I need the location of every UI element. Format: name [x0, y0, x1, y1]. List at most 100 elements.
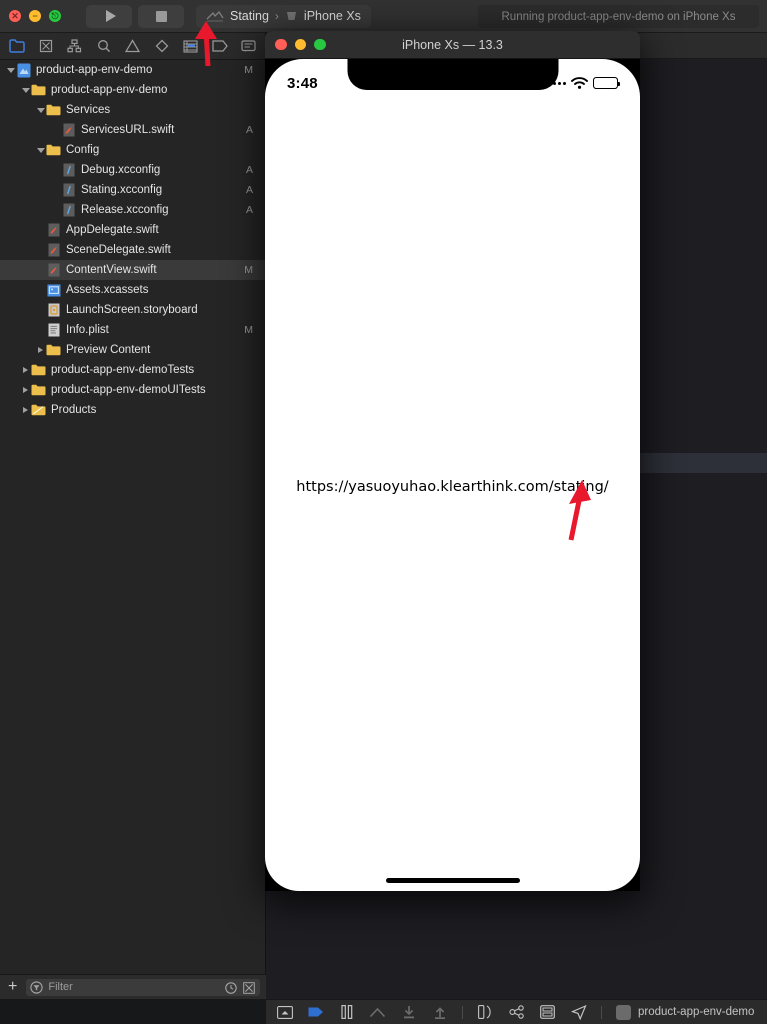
- console-toggle-icon[interactable]: [276, 1004, 293, 1020]
- simulator-title: iPhone Xs — 13.3: [402, 37, 503, 52]
- zoom-button[interactable]: ⎋: [49, 10, 61, 22]
- tree-row-label: product-app-env-demo: [51, 84, 168, 96]
- xcconfig-file-icon: [61, 202, 76, 218]
- pause-icon[interactable]: [338, 1004, 355, 1020]
- tree-row-label: Release.xcconfig: [81, 204, 169, 216]
- folder-yellow-icon: [31, 382, 46, 398]
- tree-row-stating-xcconfig[interactable]: Stating.xcconfig A: [0, 180, 265, 200]
- stop-button[interactable]: [138, 4, 184, 28]
- xcconfig-file-icon: [61, 182, 76, 198]
- step-into-icon[interactable]: [400, 1004, 417, 1020]
- disclosure-triangle[interactable]: [35, 100, 46, 120]
- simulator-screen[interactable]: 3:48 https://yasuoyuhao.klearthink.com/s…: [265, 59, 640, 891]
- tree-row-launchscreen-storyboard[interactable]: LaunchScreen.storyboard: [0, 300, 265, 320]
- tree-row-label: Preview Content: [66, 344, 151, 356]
- tree-row-product-app-env-demouitests[interactable]: product-app-env-demoUITests: [0, 380, 265, 400]
- step-over-icon[interactable]: [369, 1004, 386, 1020]
- tree-row-label: ServicesURL.swift: [81, 124, 175, 136]
- simulator-window[interactable]: iPhone Xs — 13.3 3:48 https://yasuoyuhao…: [265, 31, 640, 891]
- debug-process-chip[interactable]: product-app-env-demo: [616, 1004, 755, 1020]
- clock-icon[interactable]: [225, 981, 238, 994]
- scm-status-badge: M: [244, 264, 253, 276]
- tree-row-release-xcconfig[interactable]: Release.xcconfig A: [0, 200, 265, 220]
- close-button[interactable]: ✕: [9, 10, 21, 22]
- tree-row-label: product-app-env-demoUITests: [51, 384, 206, 396]
- scheme-name: Stating: [230, 9, 269, 23]
- navigator-tab-find[interactable]: [89, 33, 118, 60]
- tree-row-config[interactable]: Config: [0, 140, 265, 160]
- stop-icon: [155, 10, 167, 22]
- tree-row-product-app-env-demo[interactable]: product-app-env-demo M: [0, 60, 265, 80]
- tree-row-label: Assets.xcassets: [66, 284, 149, 296]
- navigator-tab-bar: [0, 33, 265, 60]
- folder-yellow-icon: [31, 82, 46, 98]
- navigator-tab-symbol[interactable]: [60, 33, 89, 60]
- navigator-tab-report[interactable]: [234, 33, 263, 60]
- disclosure-triangle[interactable]: [35, 340, 46, 360]
- disclosure-triangle[interactable]: [20, 80, 31, 100]
- filter-input[interactable]: Filter: [26, 978, 260, 996]
- scm-status-badge: M: [244, 324, 253, 336]
- phone-display[interactable]: 3:48 https://yasuoyuhao.klearthink.com/s…: [265, 59, 640, 891]
- navigator-filter-bar: + Filter: [0, 974, 266, 999]
- tree-row-contentview-swift[interactable]: ContentView.swift M: [0, 260, 265, 280]
- minimize-button[interactable]: −: [29, 10, 41, 22]
- scheme-selector[interactable]: Stating › iPhone Xs: [196, 4, 371, 28]
- tree-row-label: Debug.xcconfig: [81, 164, 161, 176]
- debug-process-label: product-app-env-demo: [638, 1006, 755, 1018]
- disclosure-triangle[interactable]: [35, 140, 46, 160]
- tree-row-preview-content[interactable]: Preview Content: [0, 340, 265, 360]
- disclosure-triangle[interactable]: [5, 60, 16, 80]
- tree-row-product-app-env-demo[interactable]: product-app-env-demo: [0, 80, 265, 100]
- step-out-icon[interactable]: [431, 1004, 448, 1020]
- navigator-tab-project[interactable]: [2, 33, 31, 60]
- device-name: iPhone Xs: [303, 9, 361, 23]
- simulator-title-bar: iPhone Xs — 13.3: [265, 31, 640, 59]
- navigator-tab-test[interactable]: [147, 33, 176, 60]
- folder-products-icon: [31, 402, 46, 418]
- toolbar-divider: [601, 1005, 602, 1019]
- location-simulate-icon[interactable]: [570, 1004, 587, 1020]
- add-item-button[interactable]: +: [6, 979, 19, 995]
- memory-graph-icon[interactable]: [508, 1004, 525, 1020]
- folder-yellow-icon: [46, 342, 61, 358]
- run-stop-group: [86, 4, 184, 28]
- scm-status-badge: A: [245, 164, 253, 176]
- tree-row-scenedelegate-swift[interactable]: SceneDelegate.swift: [0, 240, 265, 260]
- disclosure-triangle[interactable]: [20, 380, 31, 400]
- app-thumbnail-icon: [616, 1004, 631, 1020]
- tree-row-label: ContentView.swift: [66, 264, 157, 276]
- project-navigator-tree[interactable]: product-app-env-demo Mproduct-app-env-dem…: [0, 60, 265, 974]
- view-hierarchy-icon[interactable]: [477, 1004, 494, 1020]
- navigator-pane: product-app-env-demo Mproduct-app-env-dem…: [0, 33, 266, 999]
- home-indicator[interactable]: [385, 878, 520, 883]
- navigator-tab-debug[interactable]: [176, 33, 205, 60]
- run-button[interactable]: [86, 4, 132, 28]
- tree-row-product-app-env-demotests[interactable]: product-app-env-demoTests: [0, 360, 265, 380]
- navigator-tab-breakpoint[interactable]: [205, 33, 234, 60]
- swift-file-icon: [46, 222, 61, 238]
- environment-overrides-icon[interactable]: [539, 1004, 556, 1020]
- status-bar-indicators: [548, 77, 620, 89]
- navigator-tab-issue[interactable]: [118, 33, 147, 60]
- tree-row-debug-xcconfig[interactable]: Debug.xcconfig A: [0, 160, 265, 180]
- source-control-filter-icon[interactable]: [243, 981, 256, 994]
- tree-row-info-plist[interactable]: Info.plist M: [0, 320, 265, 340]
- assets-catalog-icon: [46, 282, 61, 298]
- navigator-tab-source-control[interactable]: [31, 33, 60, 60]
- activity-status-bar: Running product-app-env-demo on iPhone X…: [478, 5, 759, 28]
- filter-placeholder: Filter: [48, 981, 73, 993]
- disclosure-triangle[interactable]: [20, 400, 31, 420]
- continue-execution-icon[interactable]: [307, 1004, 324, 1020]
- tree-row-label: product-app-env-demoTests: [51, 364, 195, 376]
- tree-row-products[interactable]: Products: [0, 400, 265, 420]
- disclosure-triangle[interactable]: [20, 360, 31, 380]
- tree-row-servicesurl-swift[interactable]: ServicesURL.swift A: [0, 120, 265, 140]
- scheme-separator: ›: [274, 9, 279, 23]
- tree-row-appdelegate-swift[interactable]: AppDelegate.swift: [0, 220, 265, 240]
- tree-row-assets-xcassets[interactable]: Assets.xcassets: [0, 280, 265, 300]
- tree-row-services[interactable]: Services: [0, 100, 265, 120]
